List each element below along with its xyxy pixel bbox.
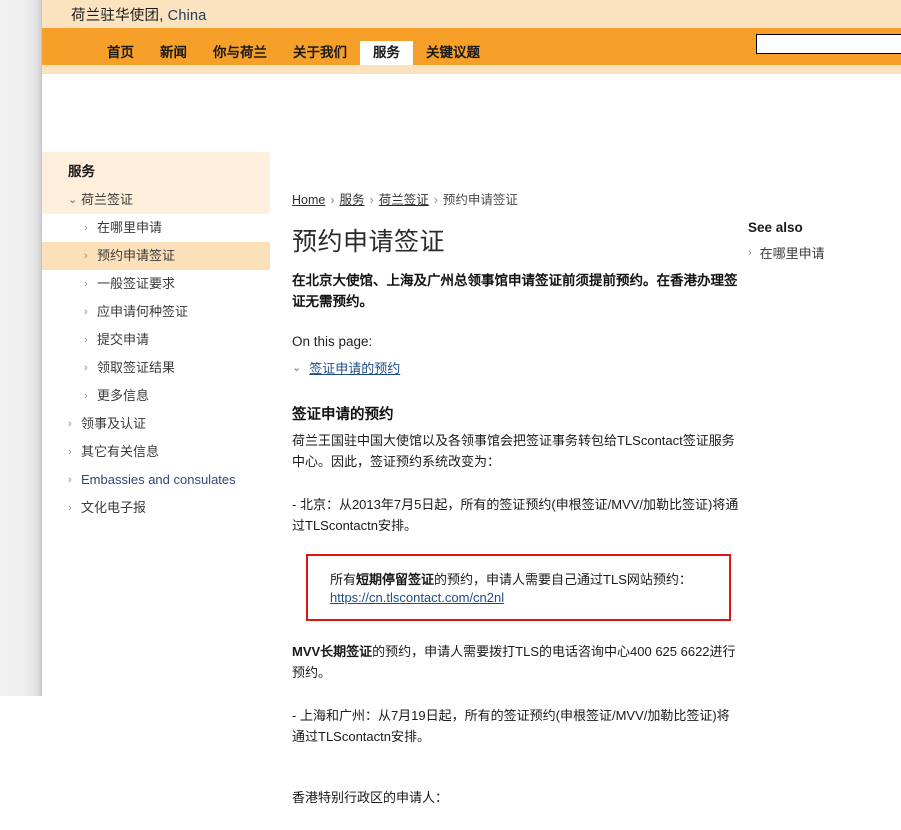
nav-tab-news[interactable]: 新闻 [147,41,200,65]
chevron-right-icon: › [68,474,72,486]
sidebar-item-collect-result[interactable]: › 领取签证结果 [42,354,270,382]
notice-text-line: 所有短期停留签证的预约，申请人需要自己通过TLS网站预约： [330,569,707,590]
sidebar-item-label: 领事及认证 [81,416,147,431]
nav-tab-label: 服务 [373,45,400,60]
page-left-gutter [0,0,42,696]
sidebar-item-label: 一般签证要求 [97,276,176,291]
nav-tab-list: 首页 新闻 你与荷兰 关于我们 服务 关键议题 [94,28,493,65]
nav-tab-you-and-netherlands[interactable]: 你与荷兰 [200,41,280,65]
paragraph-shanghai-guangzhou: - 上海和广州：从7月19日起，所有的签证预约(申根签证/MVV/加勒比签证)将… [292,708,730,744]
chevron-right-icon: › [84,362,88,374]
nav-tab-label: 关键议题 [426,45,480,60]
see-also-panel: See also › 在哪里申请 [748,220,898,262]
site-header-bar: 荷兰驻华使团, China [42,0,901,28]
notice-text-prefix: 所有 [330,572,357,587]
sidebar-item-label: 在哪里申请 [97,220,163,235]
sidebar-item-other-information[interactable]: › 其它有关信息 [42,438,270,466]
breadcrumb-current: 预约申请签证 [442,193,518,207]
highlighted-notice-box: 所有短期停留签证的预约，申请人需要自己通过TLS网站预约： https://cn… [306,554,731,621]
page-body: 服务 ⌄ 荷兰签证 › 在哪里申请 › 预约申请签证 › 一般签证要求 › 应申… [42,74,901,805]
breadcrumb-link-home[interactable]: Home [292,193,325,207]
chevron-down-icon: ⌄ [292,362,302,374]
nav-tab-label: 你与荷兰 [213,45,267,60]
section-heading-visa-appointment: 签证申请的预约 [292,407,394,423]
toc-item-visa-appointment[interactable]: ⌄ 签证申请的预约 [292,358,740,377]
nav-tab-home[interactable]: 首页 [94,41,147,65]
chevron-right-icon: › [84,306,88,318]
breadcrumb-separator: › [433,193,438,207]
paragraph-intro: 荷兰王国驻中国大使馆以及各领事馆会把签证事务转包给TLScontact签证服务中… [292,433,735,469]
chevron-down-icon: ⌄ [68,194,78,206]
paragraph-mvv: MVV长期签证的预约，申请人需要拨打TLS的电话咨询中心400 625 6622… [292,641,740,683]
page-title: 预约申请签证 [292,228,446,256]
search-box-wrapper [756,34,901,54]
sidebar-item-where-to-apply[interactable]: › 在哪里申请 [42,214,270,242]
breadcrumb-separator: › [330,193,335,207]
chevron-right-icon: › [84,278,88,290]
see-also-item-label: 在哪里申请 [759,246,825,261]
sidebar-item-label: Embassies and consulates [81,472,236,487]
breadcrumb: Home › 服务 › 荷兰签证 › 预约申请签证 [292,74,740,208]
sidebar-item-label: 应申请何种签证 [97,304,189,319]
paragraph-beijing: - 北京：从2013年7月5日起，所有的签证预约(申根签证/MVV/加勒比签证)… [292,497,739,533]
sidebar-item-general-requirements[interactable]: › 一般签证要求 [42,270,270,298]
nav-tab-about-us[interactable]: 关于我们 [280,41,360,65]
chevron-right-icon: › [84,250,88,262]
breadcrumb-separator: › [369,193,374,207]
sidebar-item-which-visa[interactable]: › 应申请何种签证 [42,298,270,326]
paragraph-mvv-bold: MVV长期签证 [292,644,373,659]
sidebar-item-culture-newsletter[interactable]: › 文化电子报 [42,494,270,522]
notice-text-suffix: 的预约，申请人需要自己通过TLS网站预约： [434,572,692,587]
sidebar-item-label: 其它有关信息 [81,444,160,459]
breadcrumb-link-services[interactable]: 服务 [340,193,365,207]
breadcrumb-link-netherlands-visa[interactable]: 荷兰签证 [379,193,429,207]
nav-tab-label: 新闻 [160,45,187,60]
nav-underline-strip [42,65,901,74]
sidebar-item-embassies-and-consulates[interactable]: › Embassies and consulates [42,466,270,494]
sidebar-item-label: 领取签证结果 [97,360,176,375]
tls-booking-link[interactable]: https://cn.tlscontact.com/cn2nl [330,590,504,605]
sidebar-item-submit-application[interactable]: › 提交申请 [42,326,270,354]
chevron-right-icon: › [68,502,72,514]
main-content: Home › 服务 › 荷兰签证 › 预约申请签证 预约申请签证 在北京大使馆、上海及广州总… [292,74,740,830]
chevron-right-icon: › [84,334,88,346]
chevron-right-icon: › [68,418,72,430]
toc-item-label: 签证申请的预约 [309,361,401,376]
page-frame: 荷兰驻华使团, China 首页 新闻 你与荷兰 关于我们 服务 关键议题 服务… [42,0,901,805]
sidebar-item-netherlands-visa[interactable]: ⌄ 荷兰签证 [42,186,270,214]
sidebar-item-label: 文化电子报 [81,500,147,515]
paragraph-hongkong: 香港特别行政区的申请人： [292,790,449,805]
search-input[interactable] [756,34,901,54]
sidebar-navigation: 服务 ⌄ 荷兰签证 › 在哪里申请 › 预约申请签证 › 一般签证要求 › 应申… [42,152,270,522]
see-also-item-where-to-apply[interactable]: › 在哪里申请 [748,243,898,262]
site-title-cn: 荷兰驻华使团 [71,7,160,24]
chevron-right-icon: › [84,222,88,234]
chevron-right-icon: › [68,446,72,458]
sidebar-item-more-info[interactable]: › 更多信息 [42,382,270,410]
nav-tab-label: 关于我们 [293,45,347,60]
on-this-page-label: On this page: [292,334,373,349]
notice-text-bold: 短期停留签证 [356,572,435,587]
sidebar-heading: 服务 [42,152,270,186]
sidebar-item-label: 预约申请签证 [97,248,176,263]
nav-tab-label: 首页 [107,45,134,60]
site-title: 荷兰驻华使团, China [71,4,207,25]
chevron-right-icon: › [748,246,752,259]
see-also-title: See also [748,220,803,235]
site-title-separator: , [159,7,164,24]
sidebar-item-consular-legalisation[interactable]: › 领事及认证 [42,410,270,438]
sidebar-item-label: 更多信息 [97,388,150,403]
site-title-country: China [167,7,207,24]
sidebar-item-label: 荷兰签证 [81,192,134,207]
primary-navigation-bar: 首页 新闻 你与荷兰 关于我们 服务 关键议题 [42,28,901,65]
sidebar-item-label: 提交申请 [97,332,150,347]
nav-tab-key-topics[interactable]: 关键议题 [413,41,493,65]
sidebar-item-book-appointment[interactable]: › 预约申请签证 [42,242,270,270]
chevron-right-icon: › [84,390,88,402]
nav-tab-services[interactable]: 服务 [360,41,413,65]
page-lead-text: 在北京大使馆、上海及广州总领事馆申请签证前须提前预约。在香港办理签证无需预约。 [292,273,738,309]
